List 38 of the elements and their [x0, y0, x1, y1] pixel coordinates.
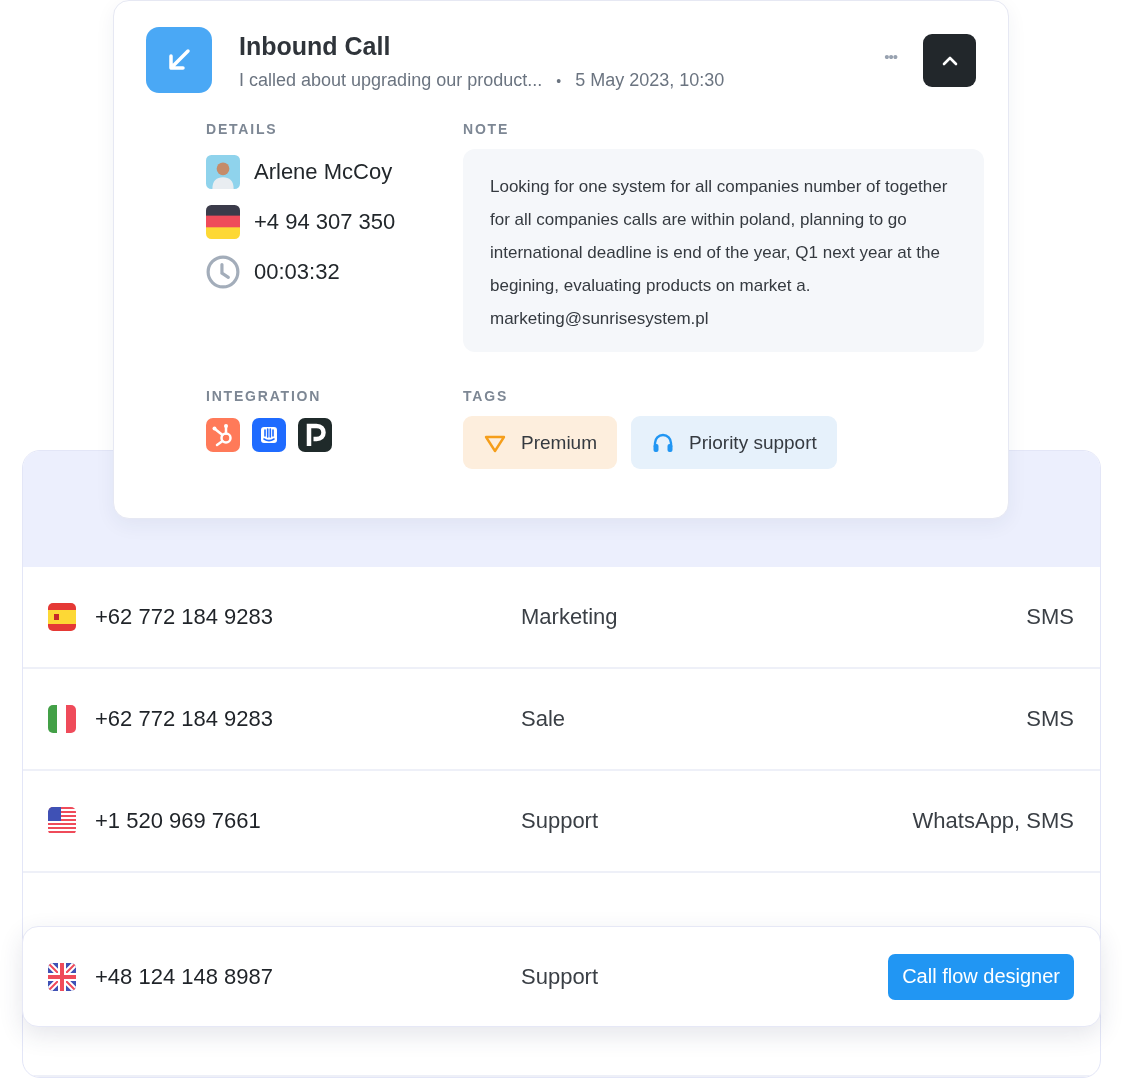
section-label: INTEGRATION — [206, 388, 322, 404]
support-tag: Priority support — [631, 416, 837, 469]
chat-icon[interactable] — [252, 418, 286, 452]
avatar — [206, 155, 240, 189]
hub-icon[interactable] — [206, 418, 240, 452]
contact-phone: +4 94 307 350 — [254, 209, 396, 235]
note-text: Looking for one system for all companies number of together for all companies calls are within poland, planning to go international deadline is end of the year, Q1 next year at the begining, evaluating products on market a. marketing@sunrisesystem.pl — [463, 149, 984, 352]
phone-number: +62 772 184 9283 — [95, 604, 274, 630]
section-label: NOTE — [463, 121, 510, 137]
department: Marketing — [521, 604, 619, 630]
section-label: TAGS — [463, 388, 509, 404]
channels: SMS — [1026, 604, 1074, 630]
call-summary: I called about upgrading our product... — [239, 70, 543, 91]
phone-number: +62 772 184 9283 — [95, 706, 274, 732]
germany-flag-icon — [206, 205, 240, 239]
spain-flag-icon — [48, 603, 76, 631]
call-title: Inbound Call — [239, 32, 391, 61]
department: Support — [521, 963, 600, 990]
more-button[interactable]: ••• — [880, 48, 901, 65]
call-flow-designer-button[interactable]: Call flow designer — [888, 953, 1074, 1000]
channels: SMS — [1026, 706, 1074, 732]
call-duration: 00:03:32 — [254, 259, 340, 285]
department: Support — [521, 808, 600, 834]
phone-number: +1 520 969 7661 — [95, 808, 262, 834]
premium-tag: Premium — [463, 416, 617, 469]
italy-flag-icon — [48, 705, 76, 733]
uk-flag-icon — [48, 962, 76, 991]
section-label: DETAILS — [206, 121, 278, 137]
contact-name: Arlene McCoy — [254, 159, 393, 185]
call-time: 5 May 2023, 10:30 — [575, 70, 725, 91]
phone-number: +48 124 148 8987 — [95, 963, 274, 990]
collapse-button[interactable] — [923, 34, 976, 87]
clock-icon — [206, 255, 240, 289]
p-logo-icon[interactable] — [298, 418, 332, 452]
separator-dot: • — [556, 72, 562, 89]
channels: WhatsApp, SMS — [912, 808, 1074, 834]
department: Sale — [521, 706, 567, 732]
us-flag-icon — [48, 807, 76, 835]
